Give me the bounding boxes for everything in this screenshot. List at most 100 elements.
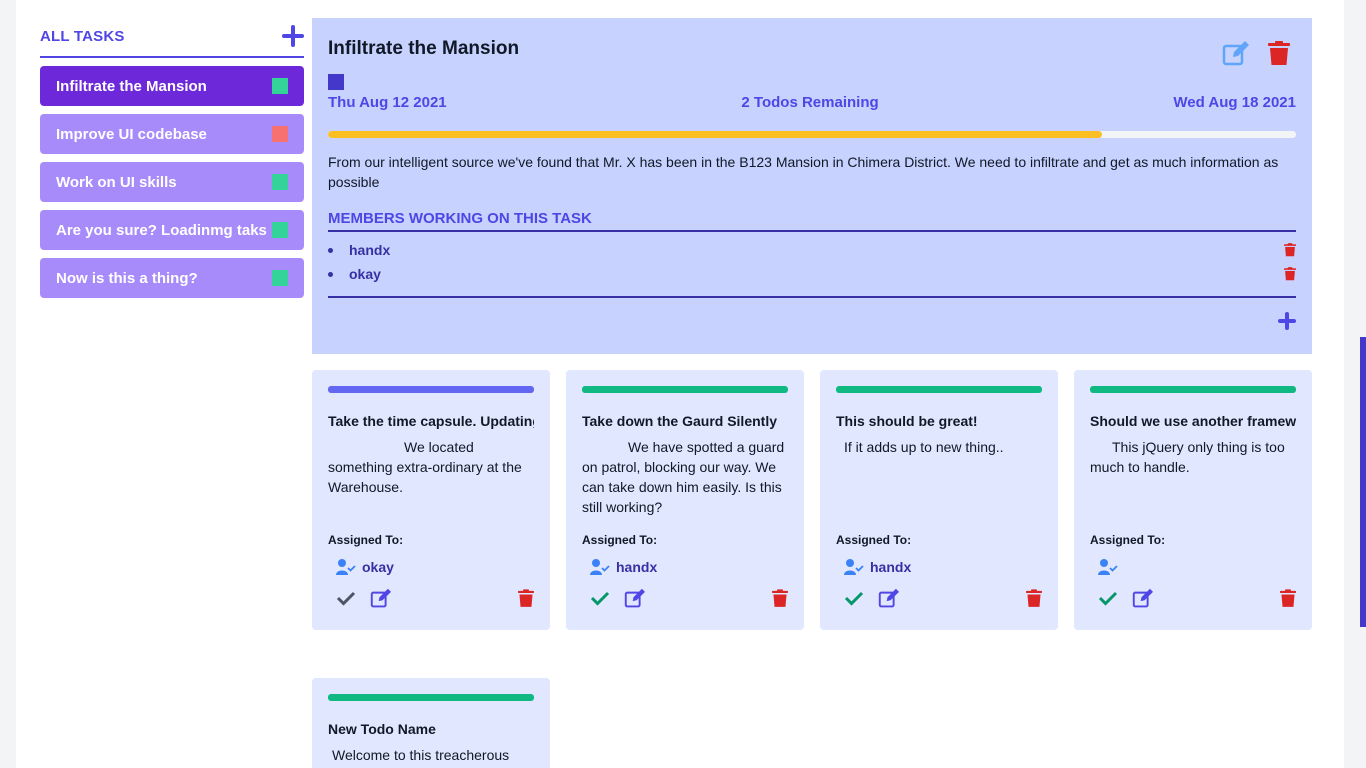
edit-icon	[1222, 41, 1249, 66]
todo-title: Take the time capsule. Updating	[328, 413, 534, 429]
todo-actions	[844, 588, 1042, 608]
edit-icon	[1132, 588, 1153, 608]
sidebar-item-task[interactable]: Are you sure? Loadinmg taks	[40, 210, 304, 250]
todo-description: This jQuery only thing is too much to ha…	[1090, 439, 1285, 475]
todo-description: If it adds up to new thing..	[844, 439, 1004, 455]
remove-member-button[interactable]	[1284, 267, 1296, 281]
task-color-swatch	[272, 78, 288, 94]
delete-todo-button[interactable]	[1280, 588, 1296, 608]
todo-status-bar	[328, 386, 534, 393]
trash-icon	[1280, 588, 1296, 607]
sidebar-item-label: Now is this a thing?	[56, 269, 198, 287]
member-row: handx	[328, 238, 1296, 262]
task-list: Infiltrate the Mansion Improve UI codeba…	[40, 66, 304, 298]
user-check-icon	[1098, 559, 1118, 575]
edit-task-button[interactable]	[1222, 40, 1250, 66]
assignee: handx	[582, 557, 788, 577]
todo-actions	[1098, 588, 1296, 608]
end-date: Wed Aug 18 2021	[1173, 94, 1296, 111]
task-progress-fill	[328, 131, 1103, 138]
user-check-icon	[590, 559, 610, 575]
check-icon	[590, 591, 610, 606]
edit-todo-button[interactable]	[370, 588, 392, 608]
todo-title: This should be great!	[836, 413, 978, 429]
task-date-row: Thu Aug 12 2021 2 Todos Remaining Wed Au…	[328, 94, 1296, 111]
user-check-icon	[336, 559, 356, 575]
members-list: handx okay	[328, 238, 1296, 298]
task-color-swatch	[272, 270, 288, 286]
trash-icon	[518, 588, 534, 607]
complete-todo-button[interactable]	[1098, 590, 1118, 606]
trash-icon	[1284, 267, 1296, 281]
todo-actions	[336, 588, 534, 608]
check-icon	[844, 591, 864, 606]
edit-todo-button[interactable]	[1132, 588, 1154, 608]
assigned-label: Assigned To:	[582, 533, 658, 547]
trash-icon	[1284, 243, 1296, 257]
todo-status-bar	[1090, 386, 1296, 393]
sidebar-item-task[interactable]: Now is this a thing?	[40, 258, 304, 298]
app-shell: ALL TASKS Infiltrate the Mansion Improve…	[16, 0, 1344, 768]
add-task-button[interactable]	[282, 25, 304, 47]
sidebar-item-task[interactable]: Improve UI codebase	[40, 114, 304, 154]
todo-title: Should we use another framework	[1090, 413, 1296, 429]
todo-status-bar	[836, 386, 1042, 393]
delete-task-button[interactable]	[1268, 40, 1290, 66]
member-name: okay	[328, 266, 381, 282]
todo-status-bar	[582, 386, 788, 393]
trash-icon	[1268, 40, 1290, 65]
members-heading: MEMBERS WORKING ON THIS TASK	[328, 210, 1296, 232]
assignee-name: handx	[616, 559, 658, 575]
member-name: handx	[328, 242, 390, 258]
delete-todo-button[interactable]	[772, 588, 788, 608]
sidebar-title: ALL TASKS	[40, 27, 125, 45]
sidebar-item-label: Are you sure? Loadinmg taks	[56, 221, 267, 239]
todo-description: We located something extra-ordinary at t…	[328, 439, 522, 495]
delete-todo-button[interactable]	[1026, 588, 1042, 608]
sidebar-item-task[interactable]: Work on UI skills	[40, 162, 304, 202]
task-actions	[1222, 40, 1290, 66]
check-icon	[336, 591, 356, 606]
edit-todo-button[interactable]	[624, 588, 646, 608]
delete-todo-button[interactable]	[518, 588, 534, 608]
complete-todo-button[interactable]	[844, 590, 864, 606]
task-color-indicator	[328, 74, 344, 90]
todo-card: Should we use another framework This jQu…	[1074, 370, 1312, 630]
task-color-swatch	[272, 174, 288, 190]
todo-card: This should be great! If it adds up to n…	[820, 370, 1058, 630]
todos-remaining: 2 Todos Remaining	[741, 94, 879, 111]
assigned-label: Assigned To:	[328, 533, 404, 547]
page-scrollbar[interactable]	[1344, 0, 1366, 768]
check-icon	[1098, 591, 1118, 606]
remove-member-button[interactable]	[1284, 243, 1296, 257]
edit-icon	[624, 588, 645, 608]
todo-status-bar	[328, 694, 534, 701]
todo-description: Welcome to this treacherous	[332, 747, 510, 763]
task-color-swatch	[272, 126, 288, 142]
complete-todo-button[interactable]	[336, 590, 356, 606]
sidebar-item-label: Improve UI codebase	[56, 125, 207, 143]
scrollbar-thumb[interactable]	[1360, 337, 1366, 627]
assignee: okay	[328, 557, 534, 577]
sidebar-item-task[interactable]: Infiltrate the Mansion	[40, 66, 304, 106]
todo-card: New Todo Name Welcome to this treacherou…	[312, 678, 550, 768]
trash-icon	[1026, 588, 1042, 607]
edit-todo-button[interactable]	[878, 588, 900, 608]
start-date: Thu Aug 12 2021	[328, 94, 447, 111]
task-progress-bar	[328, 131, 1296, 138]
add-member-button[interactable]	[1278, 312, 1296, 330]
todo-actions	[590, 588, 788, 608]
sidebar-item-label: Infiltrate the Mansion	[56, 77, 207, 95]
assignee-name: okay	[362, 559, 394, 575]
todo-title: New Todo Name	[328, 721, 436, 737]
todo-card: Take the time capsule. Updating We locat…	[312, 370, 550, 630]
assignee	[1090, 557, 1296, 577]
task-color-swatch	[272, 222, 288, 238]
task-sidebar: ALL TASKS Infiltrate the Mansion Improve…	[40, 18, 304, 306]
sidebar-header: ALL TASKS	[40, 18, 304, 58]
assignee-name: handx	[870, 559, 912, 575]
task-description: From our intelligent source we've found …	[328, 154, 1279, 190]
assigned-label: Assigned To:	[836, 533, 912, 547]
todo-description: We have spotted a guard on patrol, block…	[582, 439, 785, 515]
complete-todo-button[interactable]	[590, 590, 610, 606]
